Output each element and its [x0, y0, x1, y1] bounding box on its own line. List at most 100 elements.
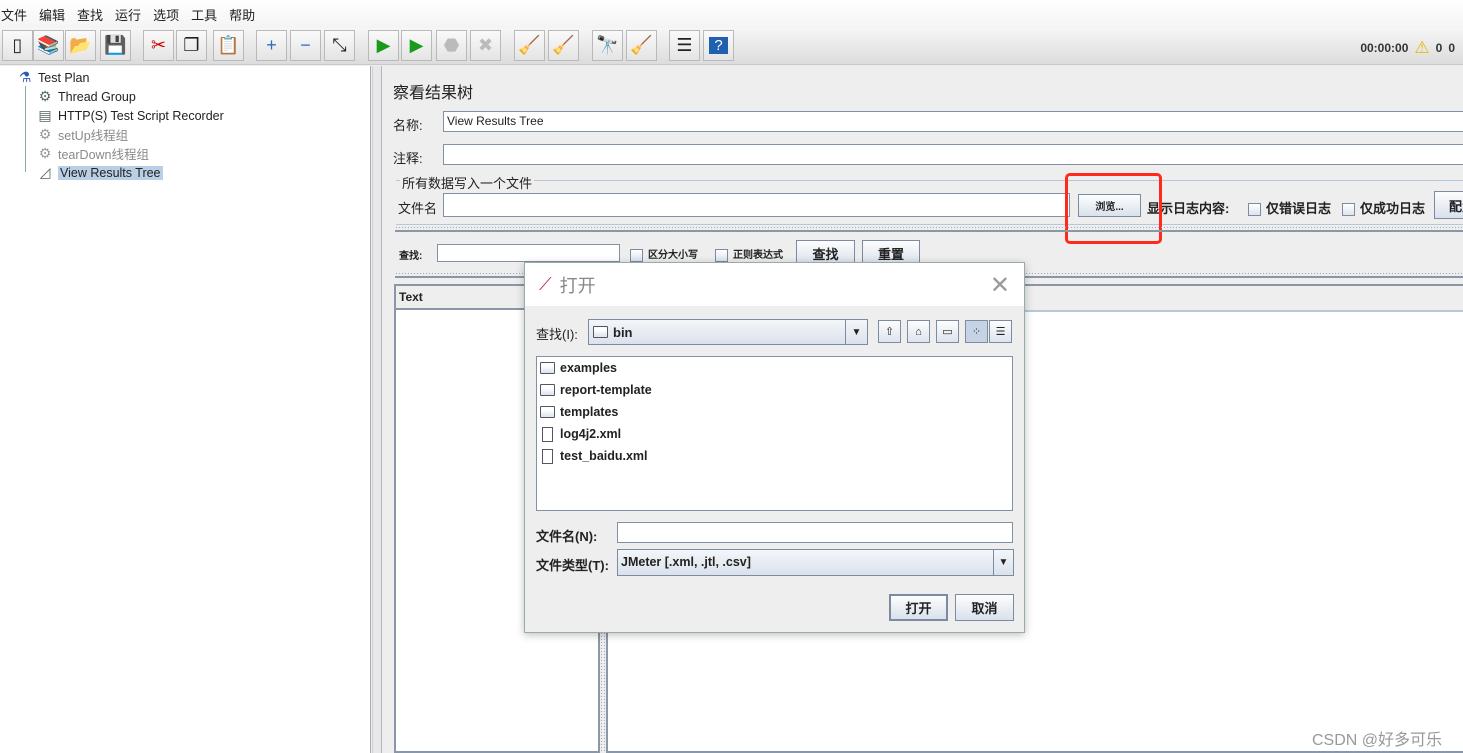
file-list-item[interactable]: templates [540, 401, 618, 423]
case-sensitive-checkbox[interactable]: 区分大小写 [630, 246, 698, 262]
comment-label: 注释: [393, 151, 423, 166]
tree-node-label: View Results Tree [58, 165, 163, 180]
tree-node[interactable]: ◿ View Results Tree [36, 163, 163, 182]
file-list[interactable]: examples report-template templates log4j2.x… [536, 356, 1013, 511]
highlight-box [1065, 173, 1162, 244]
file-list-item[interactable]: test_baidu.xml [540, 445, 648, 467]
file-list-item[interactable]: examples [540, 357, 617, 379]
name-label: 名称: [393, 118, 423, 133]
folder-icon [540, 406, 555, 418]
divider[interactable] [395, 226, 1463, 232]
tree-node[interactable]: ▤ HTTP(S) Test Script Recorder [36, 106, 223, 125]
new-folder-button[interactable]: ▭ [936, 320, 959, 343]
chart-icon: ◿ [39, 164, 51, 180]
file-icon [542, 448, 553, 464]
file-list-item[interactable]: report-template [540, 379, 652, 401]
menu-1[interactable]: 编辑 [38, 5, 71, 24]
gear-icon: ⚙ [38, 126, 52, 142]
menu-5[interactable]: 工具 [190, 5, 223, 24]
reset-search-icon: 🧹 [630, 35, 653, 55]
menu-6[interactable]: 帮助 [228, 5, 261, 24]
file-name: test_baidu.xml [560, 449, 648, 463]
dialog-title-bar: ⟋ 打开 ✕ [525, 263, 1024, 306]
open-icon: 📂 [69, 35, 92, 55]
status-area: 00:00:00 ⚠ 0 0 [1360, 38, 1455, 58]
search-input[interactable] [437, 244, 620, 262]
filetype-combobox[interactable]: JMeter [.xml, .jtl, .csv] ▼ [617, 549, 1014, 576]
start-button[interactable]: ▶ [368, 30, 399, 61]
success-only-checkbox[interactable]: 仅成功日志 [1342, 198, 1425, 217]
flask-icon: ⚗ [18, 69, 32, 85]
open-button[interactable]: 打开 [889, 594, 948, 621]
shutdown-button[interactable]: ✖ [470, 30, 501, 61]
menu-0[interactable]: 文件 [0, 5, 33, 24]
up-folder-button[interactable]: ⇧ [878, 320, 901, 343]
open-button[interactable]: 📂 [65, 30, 96, 61]
tree-line [25, 86, 26, 172]
cut-button[interactable]: ✂ [143, 30, 174, 61]
clear-button[interactable]: 🧹 [514, 30, 545, 61]
chevron-down-icon[interactable]: ▼ [993, 550, 1013, 575]
tree-node[interactable]: ⚗ Test Plan [16, 68, 90, 87]
templates-button[interactable]: 📚 [33, 30, 64, 61]
tree-node[interactable]: ⚙ tearDown线程组 [36, 144, 149, 163]
warning-count: 0 [1435, 41, 1443, 55]
cut-icon: ✂ [150, 35, 167, 55]
tree-node[interactable]: ⚙ setUp线程组 [36, 125, 128, 144]
stop-icon: ⬣ [443, 35, 460, 55]
chevron-down-icon[interactable]: ▼ [845, 320, 867, 344]
start-no-pause-icon: ▶ [409, 35, 424, 55]
save-button[interactable]: 💾 [100, 30, 131, 61]
tree-node-label: setUp线程组 [58, 129, 129, 143]
save-icon: 💾 [104, 35, 127, 55]
gear-icon: ⚙ [38, 145, 52, 161]
configure-button[interactable]: 配置 [1434, 191, 1463, 219]
collapse-icon: − [300, 35, 311, 55]
folder-icon [540, 384, 555, 396]
tree-node-label: tearDown线程组 [58, 148, 149, 162]
name-input[interactable]: View Results Tree [443, 111, 1463, 132]
reset-search-button[interactable]: 🧹 [626, 30, 657, 61]
toolbar: ▯ 📚 📂 💾 ✂ ❐ 📋 + − ⤡ ▶ ▶ ⬣ ✖ 🧹 🧹 🔭 🧹 ☰? [0, 28, 1463, 65]
regex-label: 正则表达式 [733, 250, 783, 261]
stop-button[interactable]: ⬣ [436, 30, 467, 61]
search-label: 查找: [399, 251, 423, 262]
menu-2[interactable]: 查找 [76, 5, 109, 24]
list-view-button[interactable]: ⁘ [965, 320, 988, 343]
menu-3[interactable]: 运行 [114, 5, 147, 24]
regex-checkbox[interactable]: 正则表达式 [715, 246, 783, 262]
file-name: examples [560, 361, 617, 375]
collapse-button[interactable]: − [290, 30, 321, 61]
errors-only-checkbox[interactable]: 仅错误日志 [1248, 198, 1331, 217]
tree-node[interactable]: ⚙ Thread Group [36, 87, 136, 106]
look-in-combobox[interactable]: bin ▼ [588, 319, 868, 345]
comment-input[interactable] [443, 144, 1463, 165]
toggle-button[interactable]: ⤡ [324, 30, 355, 61]
new-button[interactable]: ▯ [2, 30, 33, 61]
home-button[interactable]: ⌂ [907, 320, 930, 343]
split-pane-divider[interactable] [372, 66, 382, 753]
clear-all-button[interactable]: 🧹 [548, 30, 579, 61]
elapsed-time: 00:00:00 [1360, 41, 1409, 55]
file-name: report-template [560, 383, 652, 397]
paste-button[interactable]: 📋 [213, 30, 244, 61]
filename-label: 文件名 [398, 201, 438, 216]
copy-button[interactable]: ❐ [176, 30, 207, 61]
filename-input[interactable] [443, 193, 1070, 217]
paste-icon: 📋 [217, 35, 240, 55]
recorder-icon: ▤ [38, 107, 52, 123]
menu-4[interactable]: 选项 [152, 5, 185, 24]
details-view-button[interactable]: ☰ [989, 320, 1012, 343]
close-icon[interactable]: ✕ [990, 271, 1010, 300]
dialog-filename-input[interactable] [617, 522, 1013, 543]
file-list-item[interactable]: log4j2.xml [540, 423, 621, 445]
function-helper-button[interactable]: ☰ [669, 30, 700, 61]
warning-icon[interactable]: ⚠ [1414, 38, 1429, 58]
start-no-pause-button[interactable]: ▶ [401, 30, 432, 61]
clear-icon: 🧹 [518, 35, 541, 55]
tree-node-label: Thread Group [58, 89, 136, 104]
expand-button[interactable]: + [256, 30, 287, 61]
cancel-button[interactable]: 取消 [955, 594, 1014, 621]
help-button[interactable]: ? [703, 30, 734, 61]
search-button[interactable]: 🔭 [592, 30, 623, 61]
